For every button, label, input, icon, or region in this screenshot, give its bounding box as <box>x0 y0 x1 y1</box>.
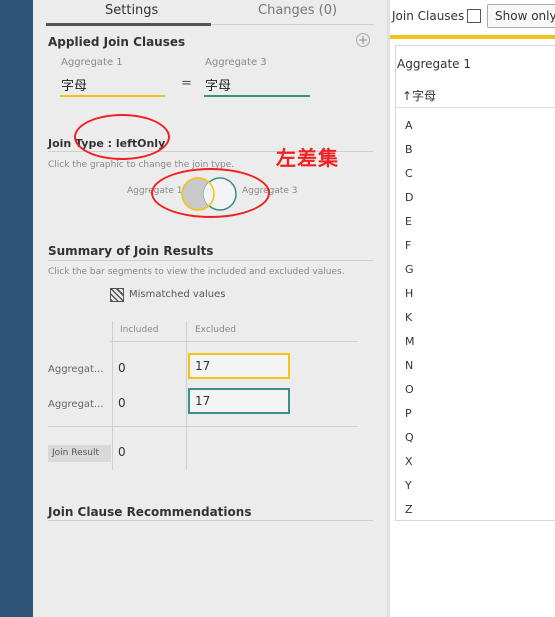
join-clauses-title: Join Clauses <box>392 9 465 23</box>
column-header-line <box>396 107 555 108</box>
row-included-aggregate1[interactable]: 0 <box>118 361 126 375</box>
list-item[interactable]: B <box>405 143 413 156</box>
values-list-title: Aggregate 1 <box>397 57 472 71</box>
list-item[interactable]: K <box>405 311 412 324</box>
col-excluded-header: Excluded <box>195 325 236 335</box>
list-item[interactable]: O <box>405 383 414 396</box>
list-item[interactable]: D <box>405 191 413 204</box>
show-only-button[interactable]: Show only <box>487 4 555 28</box>
list-item[interactable]: H <box>405 287 413 300</box>
hatch-legend-icon <box>110 288 124 302</box>
summary-line <box>48 260 373 261</box>
clause-right-underline <box>204 95 310 97</box>
list-item[interactable]: Y <box>405 479 412 492</box>
list-item[interactable]: E <box>405 215 412 228</box>
list-item[interactable]: G <box>405 263 414 276</box>
clause-operator[interactable]: = <box>181 76 192 91</box>
clause-left-label: Aggregate 1 <box>61 57 123 68</box>
row-excluded-aggregate1[interactable]: 17 <box>188 353 290 379</box>
row-label-aggregate1: Aggregat... <box>48 364 104 375</box>
tab-changes[interactable]: Changes (0) <box>258 3 337 18</box>
row-included-aggregate3[interactable]: 0 <box>118 396 126 410</box>
aggregate1-color-bar <box>390 35 555 39</box>
summary-hint: Click the bar segments to view the inclu… <box>48 267 345 277</box>
list-item[interactable]: X <box>405 455 413 468</box>
join-result-line <box>48 426 357 427</box>
sort-column-header[interactable]: ↑字母 <box>402 87 436 104</box>
tab-bar-line <box>211 24 374 25</box>
show-only-checkbox[interactable] <box>467 9 481 23</box>
tab-settings[interactable]: Settings <box>105 3 158 18</box>
table-header-line <box>110 341 357 342</box>
annotation-text: 左差集 <box>276 146 339 170</box>
plus-circle-icon[interactable]: + <box>356 33 370 47</box>
clause-left-field[interactable]: 字母 <box>61 75 87 94</box>
recommendations-line <box>48 520 373 521</box>
list-item[interactable]: F <box>405 239 411 252</box>
row-label-aggregate3: Aggregat... <box>48 399 104 410</box>
col-included-header: Included <box>120 325 159 335</box>
summary-title: Summary of Join Results <box>48 244 214 258</box>
list-item[interactable]: N <box>405 359 413 372</box>
clause-left-underline <box>60 95 165 97</box>
join-result-label: Join Result <box>48 445 111 462</box>
list-item[interactable]: Q <box>405 431 414 444</box>
legend-mismatched: Mismatched values <box>129 289 226 300</box>
list-item[interactable]: Z <box>405 503 413 516</box>
row-excluded-aggregate3[interactable]: 17 <box>188 388 290 414</box>
values-list <box>395 45 555 521</box>
annotation-ellipse-join-type <box>74 114 170 160</box>
list-item[interactable]: A <box>405 119 413 132</box>
pane-divider[interactable] <box>387 0 390 617</box>
annotation-ellipse-venn <box>151 168 270 218</box>
left-sidebar <box>0 0 33 617</box>
clause-right-field[interactable]: 字母 <box>205 75 231 94</box>
clause-right-label: Aggregate 3 <box>205 57 267 68</box>
list-item[interactable]: M <box>405 335 415 348</box>
active-tab-indicator <box>46 23 211 26</box>
table-col-divider-1 <box>112 321 113 470</box>
applied-join-clauses-title: Applied Join Clauses <box>48 35 186 49</box>
list-item[interactable]: C <box>405 167 413 180</box>
list-item[interactable]: P <box>405 407 412 420</box>
join-result-value[interactable]: 0 <box>118 445 126 459</box>
recommendations-title: Join Clause Recommendations <box>48 505 252 519</box>
table-col-divider-2 <box>186 321 187 470</box>
